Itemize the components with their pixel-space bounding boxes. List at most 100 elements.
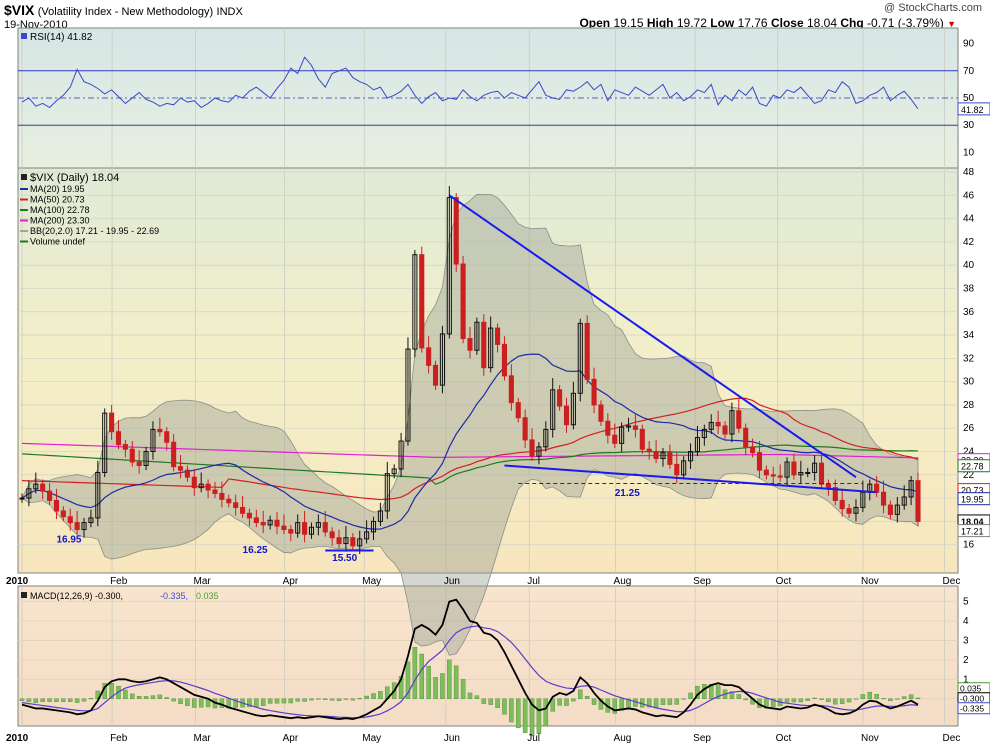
candle-body bbox=[825, 483, 831, 489]
macd-hist-bar bbox=[350, 698, 356, 701]
candle-body bbox=[350, 537, 356, 547]
candle-body bbox=[750, 446, 756, 454]
price-legend-swatch bbox=[21, 174, 27, 180]
month-label: Nov bbox=[861, 733, 879, 744]
macd-hist-bar bbox=[336, 698, 342, 701]
candle-body bbox=[736, 410, 742, 429]
macd-hist-bar bbox=[426, 665, 431, 699]
candle-body bbox=[226, 498, 232, 504]
candle-body bbox=[915, 480, 921, 522]
candle-body bbox=[598, 404, 604, 422]
macd-tick-label: 4 bbox=[963, 616, 969, 627]
candle-body bbox=[763, 469, 769, 476]
price-annotation: 21.25 bbox=[615, 488, 640, 499]
candle-body bbox=[874, 483, 880, 493]
candle-body bbox=[219, 492, 225, 500]
macd-hist-bar bbox=[784, 698, 790, 703]
macd-hist-bar bbox=[667, 698, 673, 705]
price-tick-label: 44 bbox=[963, 214, 975, 225]
price-annotation: 16.25 bbox=[243, 545, 268, 556]
legend-entry: MA(50) 20.73 bbox=[30, 195, 85, 205]
candle-body bbox=[233, 502, 239, 508]
candle-body bbox=[109, 412, 115, 433]
candle-body bbox=[674, 463, 680, 476]
candle-body bbox=[887, 504, 893, 515]
candle-body bbox=[743, 427, 749, 448]
macd-hist-bar bbox=[19, 698, 25, 701]
candle-body bbox=[288, 529, 294, 534]
candle-body bbox=[495, 327, 501, 345]
macd-hist-bar bbox=[433, 677, 438, 699]
candle-body bbox=[302, 522, 308, 535]
price-value-label: 19.95 bbox=[961, 495, 984, 505]
macd-hist-bar bbox=[819, 698, 824, 700]
candle-body bbox=[129, 448, 135, 463]
macd-hist-bar bbox=[412, 647, 418, 699]
macd-hist-bar bbox=[453, 665, 459, 699]
macd-hist-bar bbox=[674, 698, 680, 705]
rsi-legend: RSI(14) 41.82 bbox=[30, 32, 93, 43]
macd-hist-bar bbox=[254, 698, 259, 707]
month-label: Jul bbox=[527, 576, 540, 587]
macd-hist-bar bbox=[543, 698, 549, 727]
month-label: Aug bbox=[614, 576, 632, 587]
price-annotation: 16.95 bbox=[56, 534, 81, 545]
candle-body bbox=[67, 516, 73, 524]
macd-hist-bar bbox=[281, 698, 287, 704]
macd-hist-bar bbox=[467, 692, 473, 699]
candle-body bbox=[122, 444, 128, 450]
price-tick-label: 34 bbox=[963, 330, 975, 341]
candle-body bbox=[453, 197, 459, 265]
macd-legend-signal: -0.335, bbox=[160, 591, 188, 601]
macd-tick-label: 2 bbox=[963, 655, 969, 666]
candle-body bbox=[53, 499, 60, 512]
legend-entry: MA(20) 19.95 bbox=[30, 184, 85, 194]
price-tick-label: 36 bbox=[963, 307, 975, 318]
macd-hist-bar bbox=[515, 698, 521, 729]
macd-hist-bar bbox=[309, 698, 314, 701]
macd-hist-bar bbox=[130, 693, 135, 699]
month-label: Apr bbox=[283, 733, 299, 744]
macd-hist-bar bbox=[474, 695, 480, 699]
candle-body bbox=[818, 462, 825, 485]
candle-body bbox=[756, 452, 763, 471]
candle-body bbox=[157, 428, 163, 433]
macd-hist-bar bbox=[881, 698, 886, 700]
month-label: Feb bbox=[110, 576, 128, 587]
rsi-tick-label: 70 bbox=[963, 66, 975, 77]
macd-hist-bar bbox=[915, 697, 921, 699]
candle-body bbox=[40, 483, 46, 492]
candle-body bbox=[639, 428, 645, 450]
price-value-label: 17.21 bbox=[961, 527, 984, 537]
candle-body bbox=[74, 522, 80, 531]
candle-body bbox=[653, 451, 659, 460]
legend-entry: BB(20,2.0) 17.21 - 19.95 - 22.69 bbox=[30, 226, 159, 236]
candle-body bbox=[839, 499, 845, 510]
macd-hist-bar bbox=[488, 698, 493, 705]
legend-entry: MA(200) 23.30 bbox=[30, 216, 90, 226]
macd-hist-bar bbox=[460, 679, 466, 699]
candle-body bbox=[281, 525, 287, 531]
macd-value-label: -0.335 bbox=[960, 704, 984, 714]
macd-hist-bar bbox=[150, 695, 156, 699]
price-tick-label: 16 bbox=[963, 540, 975, 551]
macd-hist-bar bbox=[136, 696, 142, 699]
candle-body bbox=[432, 364, 439, 386]
month-label: Apr bbox=[283, 576, 299, 587]
macd-hist-bar bbox=[681, 698, 686, 700]
price-tick-label: 28 bbox=[963, 400, 975, 411]
macd-hist-bar bbox=[67, 698, 73, 702]
candle-body bbox=[846, 508, 852, 514]
macd-hist-bar bbox=[364, 695, 369, 699]
candle-body bbox=[667, 452, 673, 465]
macd-hist-bar bbox=[88, 698, 94, 700]
candle-body bbox=[515, 402, 521, 419]
macd-hist-bar bbox=[557, 698, 562, 706]
candle-body bbox=[529, 439, 535, 457]
price-tick-label: 32 bbox=[963, 353, 975, 364]
candle-body bbox=[274, 519, 280, 527]
macd-hist-bar bbox=[447, 659, 452, 699]
macd-tick-label: 5 bbox=[963, 597, 969, 608]
macd-hist-bar bbox=[198, 698, 204, 708]
macd-hist-bar bbox=[860, 694, 866, 699]
